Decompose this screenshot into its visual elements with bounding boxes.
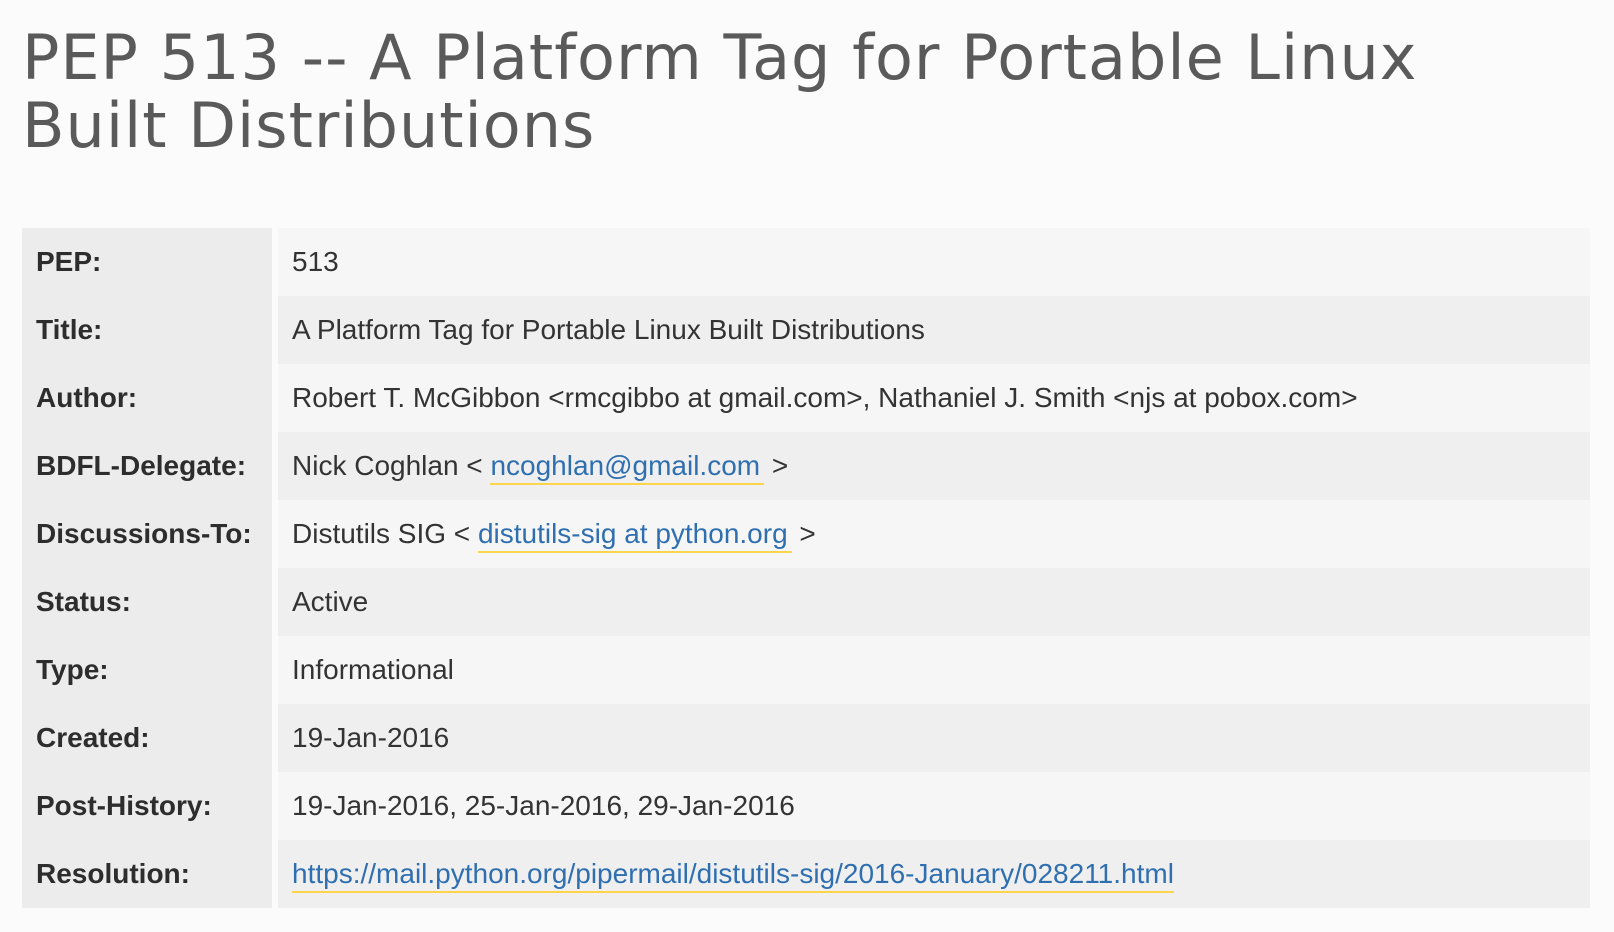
- table-row-type: Type: Informational: [22, 636, 1590, 704]
- field-label: Author:: [22, 364, 278, 432]
- field-value-resolution: https://mail.python.org/pipermail/distut…: [278, 840, 1590, 908]
- bdfl-delegate-suffix: >: [764, 450, 789, 481]
- pep-header-table: PEP: 513 Title: A Platform Tag for Porta…: [22, 228, 1590, 908]
- field-label: PEP:: [22, 228, 278, 296]
- field-value-title: A Platform Tag for Portable Linux Built …: [278, 296, 1590, 364]
- table-row-created: Created: 19-Jan-2016: [22, 704, 1590, 772]
- field-label: BDFL-Delegate:: [22, 432, 278, 500]
- table-row-resolution: Resolution: https://mail.python.org/pipe…: [22, 840, 1590, 908]
- field-value-status: Active: [278, 568, 1590, 636]
- field-label: Resolution:: [22, 840, 278, 908]
- table-row-post-history: Post-History: 19-Jan-2016, 25-Jan-2016, …: [22, 772, 1590, 840]
- field-label: Type:: [22, 636, 278, 704]
- field-label: Status:: [22, 568, 278, 636]
- bdfl-delegate-name: Nick Coghlan <: [292, 450, 491, 481]
- field-value-created: 19-Jan-2016: [278, 704, 1590, 772]
- table-row-pep: PEP: 513: [22, 228, 1590, 296]
- field-value-type: Informational: [278, 636, 1590, 704]
- table-row-discussions-to: Discussions-To: Distutils SIG < distutil…: [22, 500, 1590, 568]
- bdfl-delegate-email-link[interactable]: ncoghlan@gmail.com: [490, 450, 765, 485]
- page-title: PEP 513 -- A Platform Tag for Portable L…: [22, 21, 1418, 162]
- discussions-to-suffix: >: [791, 518, 816, 549]
- field-value-author: Robert T. McGibbon <rmcgibbo at gmail.co…: [278, 364, 1590, 432]
- field-label: Created:: [22, 704, 278, 772]
- field-label: Discussions-To:: [22, 500, 278, 568]
- discussions-to-link[interactable]: distutils-sig at python.org: [477, 518, 792, 553]
- field-value-post-history: 19-Jan-2016, 25-Jan-2016, 29-Jan-2016: [278, 772, 1590, 840]
- resolution-link[interactable]: https://mail.python.org/pipermail/distut…: [292, 858, 1174, 893]
- field-label: Post-History:: [22, 772, 278, 840]
- field-value-bdfl-delegate: Nick Coghlan < ncoghlan@gmail.com >: [278, 432, 1590, 500]
- field-label: Title:: [22, 296, 278, 364]
- table-row-bdfl-delegate: BDFL-Delegate: Nick Coghlan < ncoghlan@g…: [22, 432, 1590, 500]
- pep-page: PEP 513 -- A Platform Tag for Portable L…: [0, 0, 1614, 932]
- discussions-to-name: Distutils SIG <: [292, 518, 478, 549]
- table-row-author: Author: Robert T. McGibbon <rmcgibbo at …: [22, 364, 1590, 432]
- field-value-discussions-to: Distutils SIG < distutils-sig at python.…: [278, 500, 1590, 568]
- table-row-title: Title: A Platform Tag for Portable Linux…: [22, 296, 1590, 364]
- table-row-status: Status: Active: [22, 568, 1590, 636]
- field-value-pep: 513: [278, 228, 1590, 296]
